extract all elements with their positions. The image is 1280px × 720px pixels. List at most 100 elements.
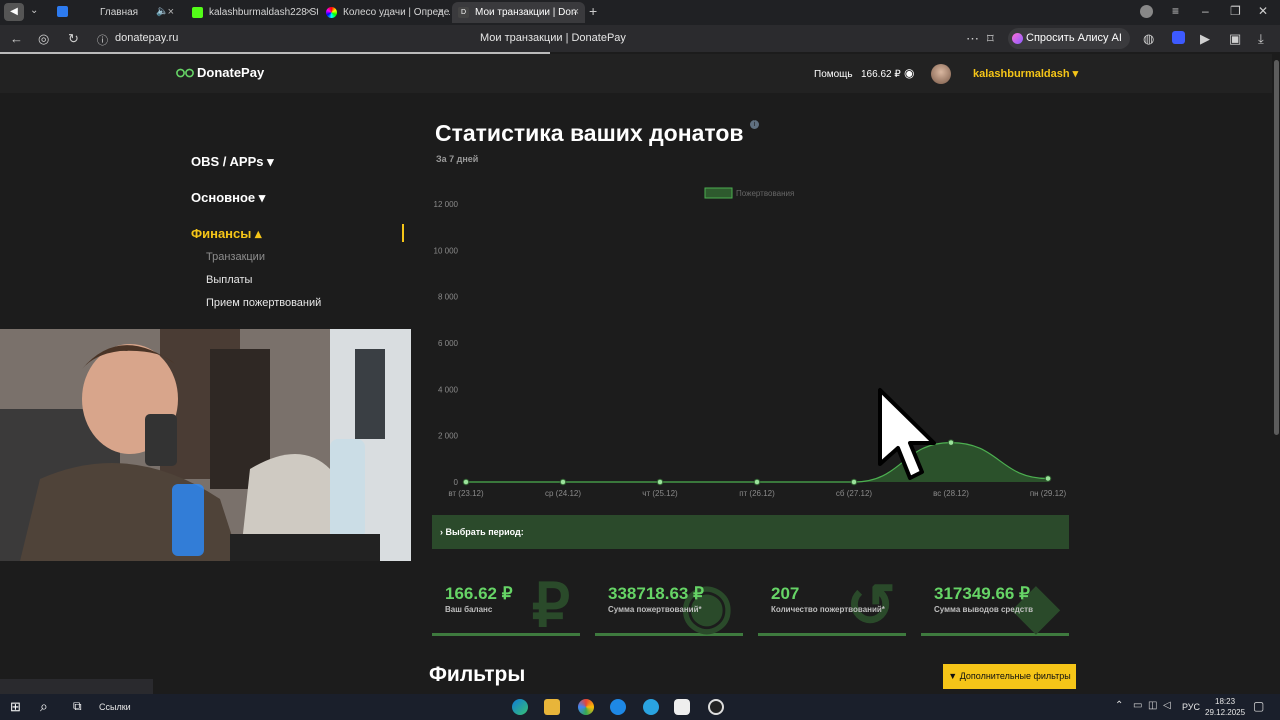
alice-button[interactable]: Спросить Алису AI: [1008, 28, 1130, 49]
extension-icon[interactable]: [1172, 31, 1185, 44]
legend-label[interactable]: Пожертвования: [736, 189, 794, 198]
chrome-icon[interactable]: [578, 699, 594, 715]
stat-value: 166.62 ₽: [445, 584, 513, 603]
yandex-browser-icon[interactable]: [674, 699, 690, 715]
info-icon[interactable]: i: [750, 120, 759, 129]
stat-label: Количество пожертвований*: [771, 605, 885, 614]
active-indicator: [402, 224, 404, 242]
tab-list-icon[interactable]: ⌄: [30, 5, 38, 16]
tab-wheel[interactable]: Колесо удачи | Определи ×: [320, 2, 450, 23]
tab-label: Главная: [100, 7, 139, 18]
stat-value: 317349.66 ₽: [934, 584, 1030, 603]
task-view-icon[interactable]: ⧉: [73, 699, 82, 714]
new-tab-icon[interactable]: +: [589, 3, 597, 19]
collections-icon[interactable]: ▣: [1229, 31, 1241, 47]
sidebar-item-transactions[interactable]: Транзакции: [206, 251, 265, 263]
shield-icon[interactable]: ◎: [38, 31, 49, 47]
clock[interactable]: 18:23 29.12.2025: [1205, 696, 1245, 718]
obs-icon[interactable]: [708, 699, 724, 715]
sidebar-item-payouts[interactable]: Выплаты: [206, 274, 252, 286]
filter-icon: ▼: [948, 671, 958, 681]
sidebar-item-finance[interactable]: Финансы ▴: [191, 226, 262, 242]
help-link[interactable]: Помощь: [814, 69, 853, 80]
tab-stream[interactable]: kalashburmaldash228 Stre ×: [186, 2, 318, 23]
network-icon[interactable]: ◫: [1148, 700, 1157, 711]
period-selector[interactable]: [432, 515, 1069, 549]
address-bar: ← ◎ ↻ ⓘ donatepay.ru Мои транзакции | Do…: [0, 25, 1280, 52]
edge-icon[interactable]: [512, 699, 528, 715]
pinned-tab-icon[interactable]: [57, 6, 68, 17]
data-point[interactable]: [947, 439, 955, 446]
links-toolbar-label[interactable]: Ссылки: [99, 702, 131, 712]
tray-app-icon[interactable]: ▭: [1133, 700, 1142, 711]
data-point[interactable]: [462, 478, 470, 486]
tray-chevron-icon[interactable]: ⌃: [1115, 700, 1123, 711]
y-tick-label: 10 000: [434, 246, 459, 255]
search-icon[interactable]: ⌕: [40, 698, 48, 715]
legend-swatch[interactable]: [704, 187, 733, 199]
stat-donations-count: ↺ 207 Количество пожертвований*: [758, 578, 906, 636]
eye-icon[interactable]: ◉: [904, 66, 914, 80]
data-point[interactable]: [656, 478, 664, 486]
user-menu[interactable]: kalashburmaldash ▾: [973, 67, 1078, 80]
close-window-icon[interactable]: ✕: [1258, 4, 1268, 18]
telegram-icon[interactable]: [643, 699, 659, 715]
data-point[interactable]: [1044, 475, 1052, 482]
windows-start-icon[interactable]: ⊞: [10, 699, 21, 715]
period-label-text: Выбрать период:: [445, 527, 524, 537]
site-info-icon[interactable]: ⓘ: [97, 32, 108, 48]
reload-icon[interactable]: ↻: [68, 31, 79, 47]
links-panel: [0, 679, 153, 694]
profile-icon[interactable]: [1140, 5, 1153, 18]
tab-transactions[interactable]: D Мои транзакции | Don ×: [452, 2, 585, 23]
play-icon[interactable]: ▶: [1200, 31, 1210, 47]
back-icon[interactable]: ←: [10, 31, 23, 46]
username: kalashburmaldash: [973, 68, 1070, 80]
more-icon[interactable]: ⋯: [966, 31, 979, 47]
notifications-icon[interactable]: ▢: [1253, 699, 1264, 713]
data-point[interactable]: [559, 478, 567, 486]
site-header: DonatePay Помощь 166.62 ₽ ◉ kalashburmal…: [0, 54, 1272, 93]
minimize-icon[interactable]: –: [1202, 4, 1209, 18]
sidebar-item-receiving[interactable]: Прием пожертвований: [206, 297, 321, 309]
stat-value: 338718.63 ₽: [608, 584, 704, 603]
close-icon[interactable]: ×: [573, 6, 579, 18]
close-icon[interactable]: ×: [306, 6, 312, 18]
globe-icon[interactable]: ◍: [1143, 31, 1154, 47]
period-selector-label[interactable]: › Выбрать период:: [440, 527, 524, 537]
tab-label: Колесо удачи | Определи: [343, 7, 450, 18]
tab-home[interactable]: Главная 🔈 ×: [94, 2, 180, 23]
y-tick-label: 2 000: [438, 432, 459, 441]
data-point[interactable]: [753, 478, 761, 486]
sound-icon[interactable]: ◀: [4, 3, 24, 21]
close-icon[interactable]: ×: [438, 6, 444, 18]
webcam-image: [0, 329, 411, 561]
more-filters-button[interactable]: ▼ Дополнительные фильтры: [943, 664, 1076, 689]
stat-value: 207: [771, 584, 800, 603]
tab-label: kalashburmaldash228 Stre: [209, 7, 318, 18]
sidebar-item-main[interactable]: Основное ▾: [191, 190, 265, 206]
checkmark-app-icon[interactable]: [610, 699, 626, 715]
clock-time: 18:23: [1215, 697, 1236, 706]
url-field[interactable]: donatepay.ru: [115, 32, 178, 44]
folder-icon[interactable]: [544, 699, 560, 715]
logo-icon[interactable]: [176, 68, 194, 78]
sidebar-item-obs[interactable]: OBS / APPs ▾: [191, 154, 274, 170]
page-title-display: Мои транзакции | DonatePay: [480, 32, 626, 44]
close-icon[interactable]: ×: [168, 6, 174, 18]
data-point[interactable]: [850, 478, 858, 486]
logo-text[interactable]: DonatePay: [197, 65, 264, 80]
avatar[interactable]: [931, 64, 951, 84]
stat-balance: ₽ 166.62 ₽ Ваш баланс: [432, 578, 580, 636]
y-tick-label: 6 000: [438, 339, 459, 348]
wheel-icon: [326, 7, 337, 18]
restore-icon[interactable]: ❐: [1230, 4, 1241, 18]
x-tick-label: пт (26.12): [739, 489, 775, 498]
menu-icon[interactable]: ≡: [1172, 4, 1179, 18]
alice-label: Спросить Алису AI: [1026, 32, 1122, 44]
downloads-icon[interactable]: ⤓: [1258, 31, 1264, 47]
bookmark-icon[interactable]: ⌑: [987, 31, 994, 47]
volume-icon[interactable]: ◁: [1163, 700, 1171, 711]
scrollbar-thumb[interactable]: [1274, 60, 1279, 435]
language-indicator[interactable]: РУС: [1182, 702, 1200, 712]
